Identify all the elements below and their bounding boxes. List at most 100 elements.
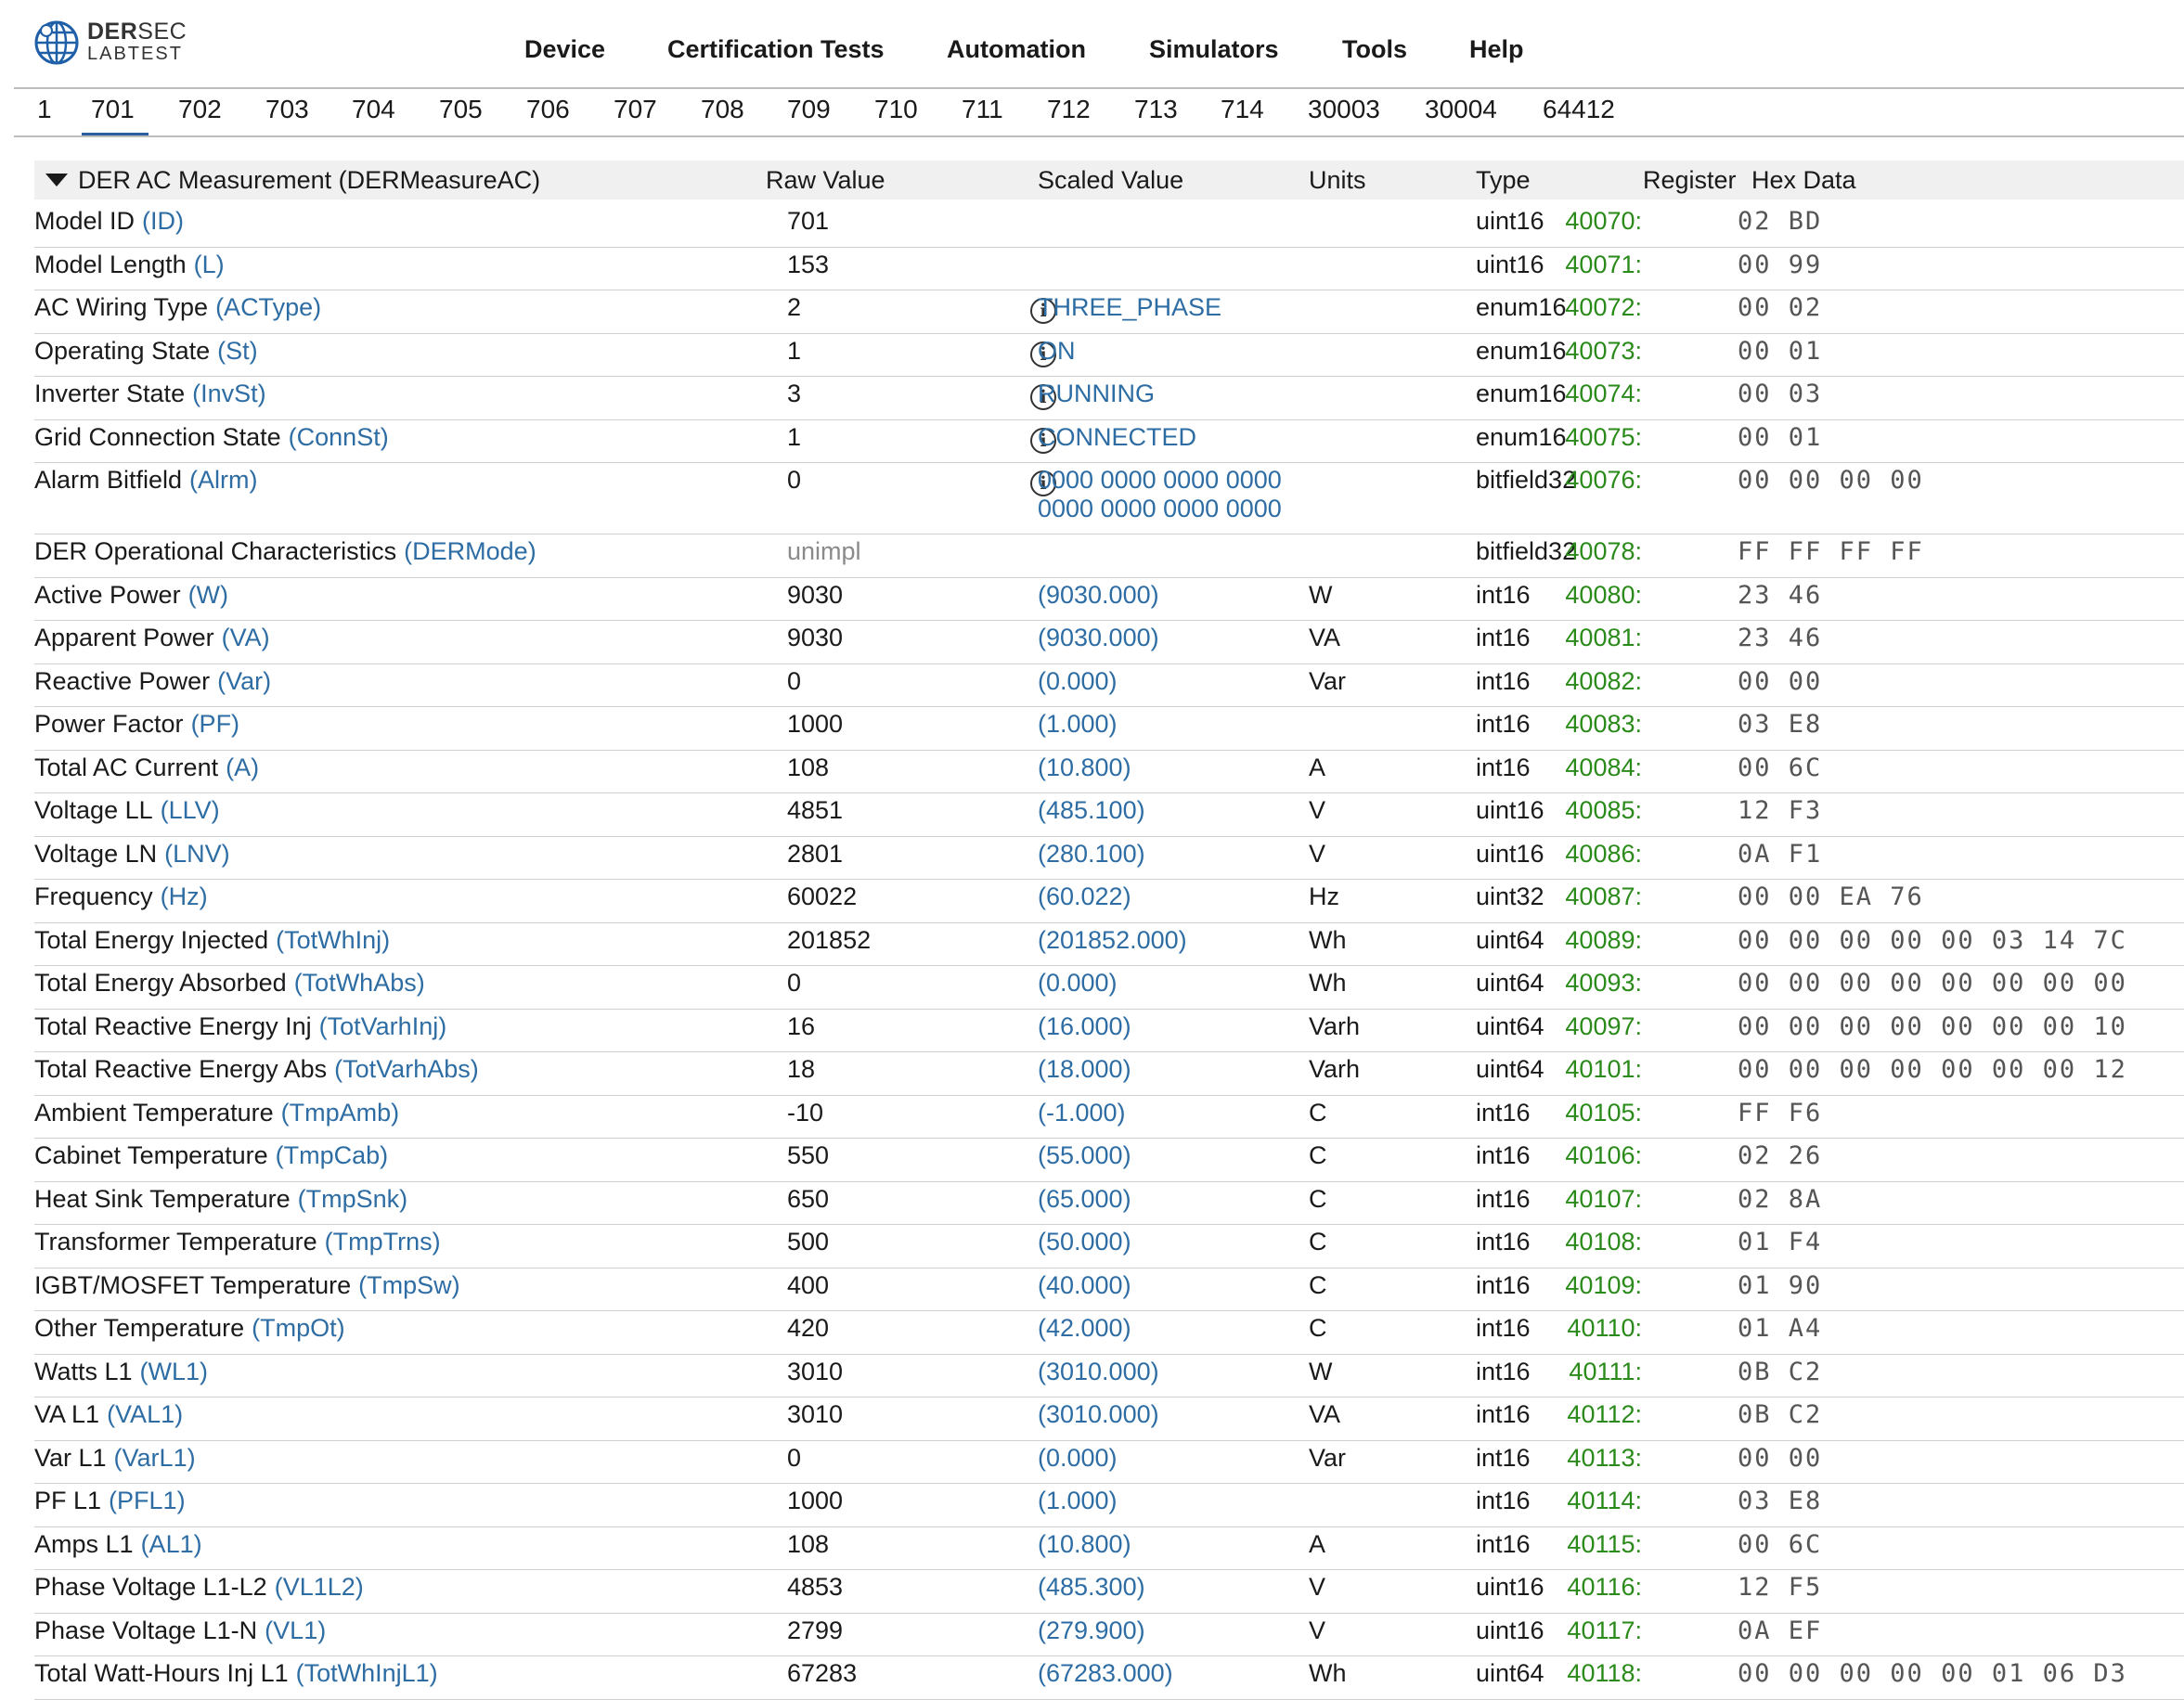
scaled-value[interactable]: (280.100) [1038,840,1145,869]
field-id[interactable]: (TotWhAbs) [294,969,425,997]
tab-704[interactable]: 704 [352,95,395,124]
field-id[interactable]: (AL1) [141,1530,202,1558]
field-id[interactable]: (Alrm) [189,466,257,494]
logo[interactable]: DERSEC LABTEST [33,19,187,66]
field-id[interactable]: (ACType) [215,293,321,321]
nav-device[interactable]: Device [524,35,605,64]
scaled-value[interactable]: (1.000) [1038,1487,1118,1515]
field-id[interactable]: (TmpSw) [358,1271,460,1299]
nav-automation[interactable]: Automation [947,35,1086,64]
nav-help[interactable]: Help [1469,35,1524,64]
field-id[interactable]: (TotWhInjL1) [296,1659,438,1687]
scaled-value[interactable]: (40.000) [1038,1271,1131,1300]
tab-703[interactable]: 703 [265,95,309,124]
field-label: Grid Connection State (ConnSt) [34,423,389,452]
field-id[interactable]: (ConnSt) [289,423,389,451]
scaled-value[interactable]: 0000 0000 0000 0000 0000 0000 0000 0000 [1038,466,1282,523]
field-id[interactable]: (VarL1) [114,1444,196,1472]
field-id[interactable]: (A) [226,753,259,781]
field-id[interactable]: (TotVarhInj) [319,1012,447,1040]
scaled-value[interactable]: (10.800) [1038,753,1131,782]
tab-705[interactable]: 705 [439,95,483,124]
nav-tools[interactable]: Tools [1342,35,1407,64]
scaled-value[interactable]: (18.000) [1038,1055,1131,1084]
field-id[interactable]: (VL1) [265,1616,326,1644]
scaled-value[interactable]: (201852.000) [1038,926,1187,955]
field-id[interactable]: (L) [194,251,225,278]
tab-712[interactable]: 712 [1047,95,1091,124]
field-id[interactable]: (TotWhInj) [276,926,390,954]
scaled-value[interactable]: (10.800) [1038,1530,1131,1559]
scaled-value[interactable]: THREE_PHASE [1038,293,1221,322]
nav-simulators[interactable]: Simulators [1149,35,1279,64]
field-id[interactable]: (PFL1) [109,1487,186,1514]
tab-713[interactable]: 713 [1134,95,1178,124]
field-id[interactable]: (InvSt) [192,380,266,407]
field-id[interactable]: (TmpOt) [252,1314,345,1342]
raw-value: 1000 [787,710,844,738]
field-id[interactable]: (WL1) [140,1358,209,1385]
scaled-value[interactable]: (-1.000) [1038,1099,1126,1127]
field-name: Grid Connection State [34,422,281,451]
collapse-triangle-icon[interactable] [45,174,68,187]
scaled-value[interactable]: (55.000) [1038,1141,1131,1170]
scaled-value[interactable]: (50.000) [1038,1228,1131,1256]
tab-30003[interactable]: 30003 [1308,95,1380,124]
tab-707[interactable]: 707 [614,95,657,124]
field-id[interactable]: (Hz) [161,882,208,910]
units: C [1309,1270,1327,1299]
tab-714[interactable]: 714 [1221,95,1264,124]
scaled-value[interactable]: (0.000) [1038,1444,1118,1473]
nav-certification-tests[interactable]: Certification Tests [667,35,885,64]
scaled-value[interactable]: (42.000) [1038,1314,1131,1343]
scaled-value[interactable]: (3010.000) [1038,1400,1159,1429]
scaled-value[interactable]: (485.100) [1038,796,1145,825]
scaled-value[interactable]: (67283.000) [1038,1659,1173,1688]
tab-708[interactable]: 708 [701,95,744,124]
field-id[interactable]: (PF) [191,710,239,738]
tab-1[interactable]: 1 [37,95,52,124]
units: Hz [1309,882,1339,910]
tab-710[interactable]: 710 [874,95,918,124]
field-id[interactable]: (St) [217,337,258,365]
tab-711[interactable]: 711 [962,95,1003,124]
field-id[interactable]: (W) [188,581,228,609]
field-id[interactable]: (LNV) [164,840,230,868]
scaled-value[interactable]: (60.022) [1038,882,1131,911]
scaled-value[interactable]: (485.300) [1038,1573,1145,1602]
scaled-value[interactable]: (0.000) [1038,667,1118,696]
field-id[interactable]: (Var) [217,667,271,695]
scaled-value[interactable]: CONNECTED [1038,423,1196,452]
field-id[interactable]: (TmpAmb) [281,1099,400,1127]
tab-709[interactable]: 709 [787,95,831,124]
field-id[interactable]: (VA) [222,624,270,651]
field-id[interactable]: (LLV) [161,796,220,824]
field-id[interactable]: (TotVarhAbs) [334,1055,479,1083]
scaled-value[interactable]: (65.000) [1038,1185,1131,1214]
tab-702[interactable]: 702 [178,95,222,124]
field-id[interactable]: (TmpTrns) [325,1228,441,1256]
scaled-value[interactable]: ON [1038,337,1076,366]
scaled-value[interactable]: (9030.000) [1038,581,1159,610]
scaled-value[interactable]: (0.000) [1038,969,1118,998]
tab-706[interactable]: 706 [526,95,570,124]
field-id[interactable]: (DERMode) [404,537,536,565]
field-id[interactable]: (TmpCab) [276,1141,389,1169]
field-id[interactable]: (VAL1) [107,1400,183,1428]
hex-data: 0A EF [1738,1616,1823,1645]
scaled-value[interactable]: (16.000) [1038,1012,1131,1041]
field-id[interactable]: (VL1L2) [275,1573,364,1601]
scaled-value[interactable]: (3010.000) [1038,1358,1159,1386]
field-name: VA L1 [34,1400,100,1428]
field-id[interactable]: (ID) [142,207,184,235]
scaled-value[interactable]: (9030.000) [1038,624,1159,652]
tab-30004[interactable]: 30004 [1425,95,1497,124]
field-name: PF L1 [34,1487,102,1514]
scaled-value[interactable]: (279.900) [1038,1616,1145,1645]
scaled-value[interactable]: (1.000) [1038,710,1118,739]
scaled-value[interactable]: RUNNING [1038,380,1155,408]
section-title[interactable]: DER AC Measurement (DERMeasureAC) [78,166,540,195]
field-id[interactable]: (TmpSnk) [298,1185,408,1213]
tab-64412[interactable]: 64412 [1543,95,1615,124]
tab-701[interactable]: 701 [91,95,135,124]
